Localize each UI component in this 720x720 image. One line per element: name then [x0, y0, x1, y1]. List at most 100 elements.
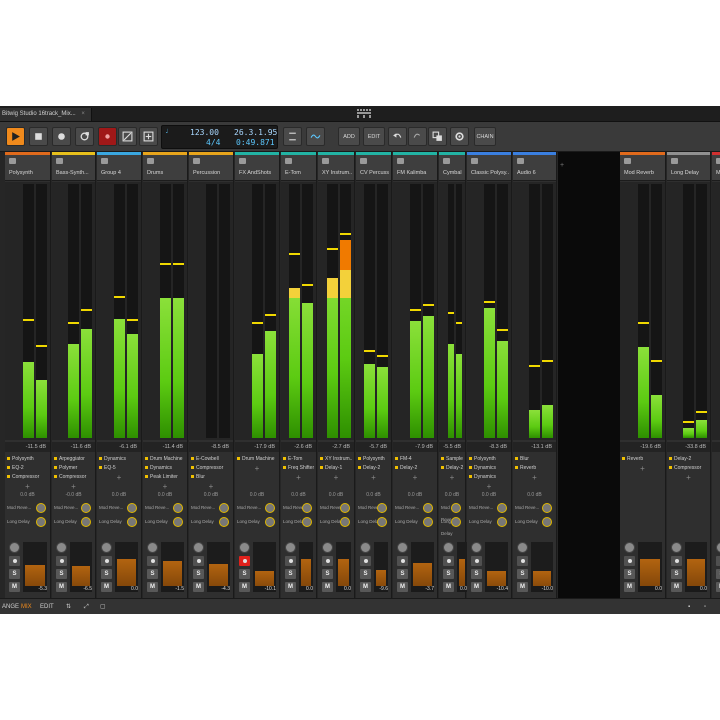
send-knob[interactable]: [377, 503, 387, 513]
copy-button[interactable]: [428, 127, 447, 146]
beat-position[interactable]: 26.3.1.95: [234, 128, 277, 137]
record-arm-button[interactable]: [360, 556, 371, 566]
expand-icon[interactable]: ⤢: [84, 599, 89, 614]
volume-fader[interactable]: [485, 542, 508, 592]
solo-button[interactable]: S: [147, 569, 158, 579]
send-knob[interactable]: [219, 503, 229, 513]
record-arm-button[interactable]: [671, 556, 682, 566]
chain-button[interactable]: CHAIN: [474, 127, 496, 146]
solo-button[interactable]: S: [239, 569, 250, 579]
solo-button[interactable]: S: [671, 569, 682, 579]
device-power-icon[interactable]: [441, 457, 444, 461]
solo-button[interactable]: S: [360, 569, 371, 579]
device-power-icon[interactable]: [99, 457, 102, 461]
device-slot[interactable]: Compressor: [7, 473, 48, 481]
settings-button[interactable]: [450, 127, 469, 146]
volume-fader[interactable]: [161, 542, 184, 592]
time-signature[interactable]: 4/4: [206, 138, 220, 147]
track-header[interactable]: Mod Reverb: [620, 155, 665, 181]
send-knob[interactable]: [127, 517, 137, 527]
device-power-icon[interactable]: [515, 466, 518, 470]
pan-knob[interactable]: [193, 542, 204, 553]
volume-fader[interactable]: [115, 542, 138, 592]
solo-button[interactable]: S: [471, 569, 482, 579]
device-power-icon[interactable]: [54, 475, 57, 479]
volume-value[interactable]: -5.3: [23, 586, 47, 592]
mixer-channel-strip[interactable]: Long Delay -33.8 dB Delay-2 Compressor + S M 0.…: [667, 152, 711, 598]
volume-fader[interactable]: [374, 542, 388, 592]
device-power-icon[interactable]: [99, 466, 102, 470]
punch-in-button[interactable]: [283, 127, 302, 146]
track-header[interactable]: Classic Polysy...: [467, 155, 511, 181]
mixer-channel-strip[interactable]: Drums -11.4 dB Drum Machine Dynamics Peak Li…: [143, 152, 188, 598]
send-knob[interactable]: [423, 503, 433, 513]
pan-knob[interactable]: [671, 542, 682, 553]
add-device-icon[interactable]: +: [393, 473, 437, 482]
track-header[interactable]: Group 4: [97, 155, 141, 181]
metronome-icon[interactable]: ♩: [165, 128, 169, 135]
device-power-icon[interactable]: [145, 466, 148, 470]
device-slot[interactable]: Reverb: [622, 455, 663, 463]
empty-track-area[interactable]: +: [558, 152, 620, 598]
pan-knob[interactable]: [716, 542, 720, 553]
edit-view-tab[interactable]: EDIT: [40, 599, 54, 614]
pan-knob[interactable]: [239, 542, 250, 553]
device-slot[interactable]: FM-4: [395, 455, 435, 463]
volume-value[interactable]: 0.0: [299, 586, 313, 592]
device-power-icon[interactable]: [669, 466, 672, 470]
pan-knob[interactable]: [56, 542, 67, 553]
volume-value[interactable]: 0.0: [336, 586, 351, 592]
mute-button[interactable]: M: [517, 582, 528, 592]
add-device-icon[interactable]: +: [513, 473, 556, 482]
mixer-channel-strip[interactable]: Cymbal Cra... -5.5 dB Sampler Delay-2 +0.0 d…: [439, 152, 467, 598]
device-power-icon[interactable]: [358, 466, 361, 470]
device-slot[interactable]: Compressor: [54, 473, 93, 481]
track-header[interactable]: E-Tom: [281, 155, 316, 181]
device-slot[interactable]: Arpeggiator: [54, 455, 93, 463]
mixer-channel-strip[interactable]: FM Kalimba -7.9 dB FM-4 Delay-2 +0.0 dB Mod R…: [393, 152, 438, 598]
device-slot[interactable]: EQ-5: [99, 464, 139, 472]
device-slot[interactable]: Polysynth: [469, 455, 509, 463]
tempo-value[interactable]: 123.00: [190, 128, 219, 137]
send-knob[interactable]: [542, 517, 552, 527]
device-power-icon[interactable]: [320, 457, 323, 461]
device-slot[interactable]: Drum Machine: [145, 455, 185, 463]
project-tab[interactable]: Bitwig Studio 16track_Mix... ×: [0, 108, 92, 121]
send-knob[interactable]: [497, 517, 507, 527]
volume-value[interactable]: 0.0: [457, 586, 467, 592]
automation-record-button[interactable]: [98, 127, 117, 146]
volume-value[interactable]: -10.1: [253, 586, 276, 592]
track-header[interactable]: FM Kalimba: [393, 155, 437, 181]
send-knob[interactable]: [340, 503, 350, 513]
send-knob[interactable]: [81, 503, 91, 513]
solo-button[interactable]: S: [9, 569, 20, 579]
undo-button[interactable]: [388, 127, 407, 146]
add-device-icon[interactable]: +: [143, 482, 187, 491]
send-knob[interactable]: [451, 503, 461, 513]
pan-knob[interactable]: [9, 542, 20, 553]
record-button[interactable]: [52, 127, 71, 146]
folder-icon[interactable]: ▪: [688, 599, 690, 614]
add-device-icon[interactable]: +: [712, 455, 720, 464]
pan-knob[interactable]: [285, 542, 296, 553]
volume-fader[interactable]: [411, 542, 434, 592]
volume-value[interactable]: 0.0: [115, 586, 138, 592]
send-knob[interactable]: [81, 517, 91, 527]
device-slot[interactable]: Polysynth: [7, 455, 48, 463]
send-knob[interactable]: [173, 517, 183, 527]
solo-button[interactable]: S: [322, 569, 333, 579]
volume-fader[interactable]: [638, 542, 662, 592]
device-slot[interactable]: Blur: [191, 473, 231, 481]
device-slot[interactable]: Compressor: [669, 464, 708, 472]
track-header[interactable]: M: [712, 155, 720, 181]
device-power-icon[interactable]: [283, 457, 286, 461]
mixer-channel-strip[interactable]: Percussion -8.5 dB E-Cowbell Compressor Blur…: [189, 152, 234, 598]
mix-view-tab[interactable]: MIX: [21, 599, 32, 614]
device-slot[interactable]: XY Instrum...: [320, 455, 352, 463]
volume-fader[interactable]: [253, 542, 276, 592]
mixer-channel-strip[interactable]: Bass-Synth... -11.6 dB Arpeggiator Polymer C…: [52, 152, 96, 598]
pan-knob[interactable]: [443, 542, 454, 553]
volume-value[interactable]: -4.3: [207, 586, 230, 592]
volume-fader[interactable]: [23, 542, 47, 592]
record-arm-button[interactable]: [193, 556, 204, 566]
